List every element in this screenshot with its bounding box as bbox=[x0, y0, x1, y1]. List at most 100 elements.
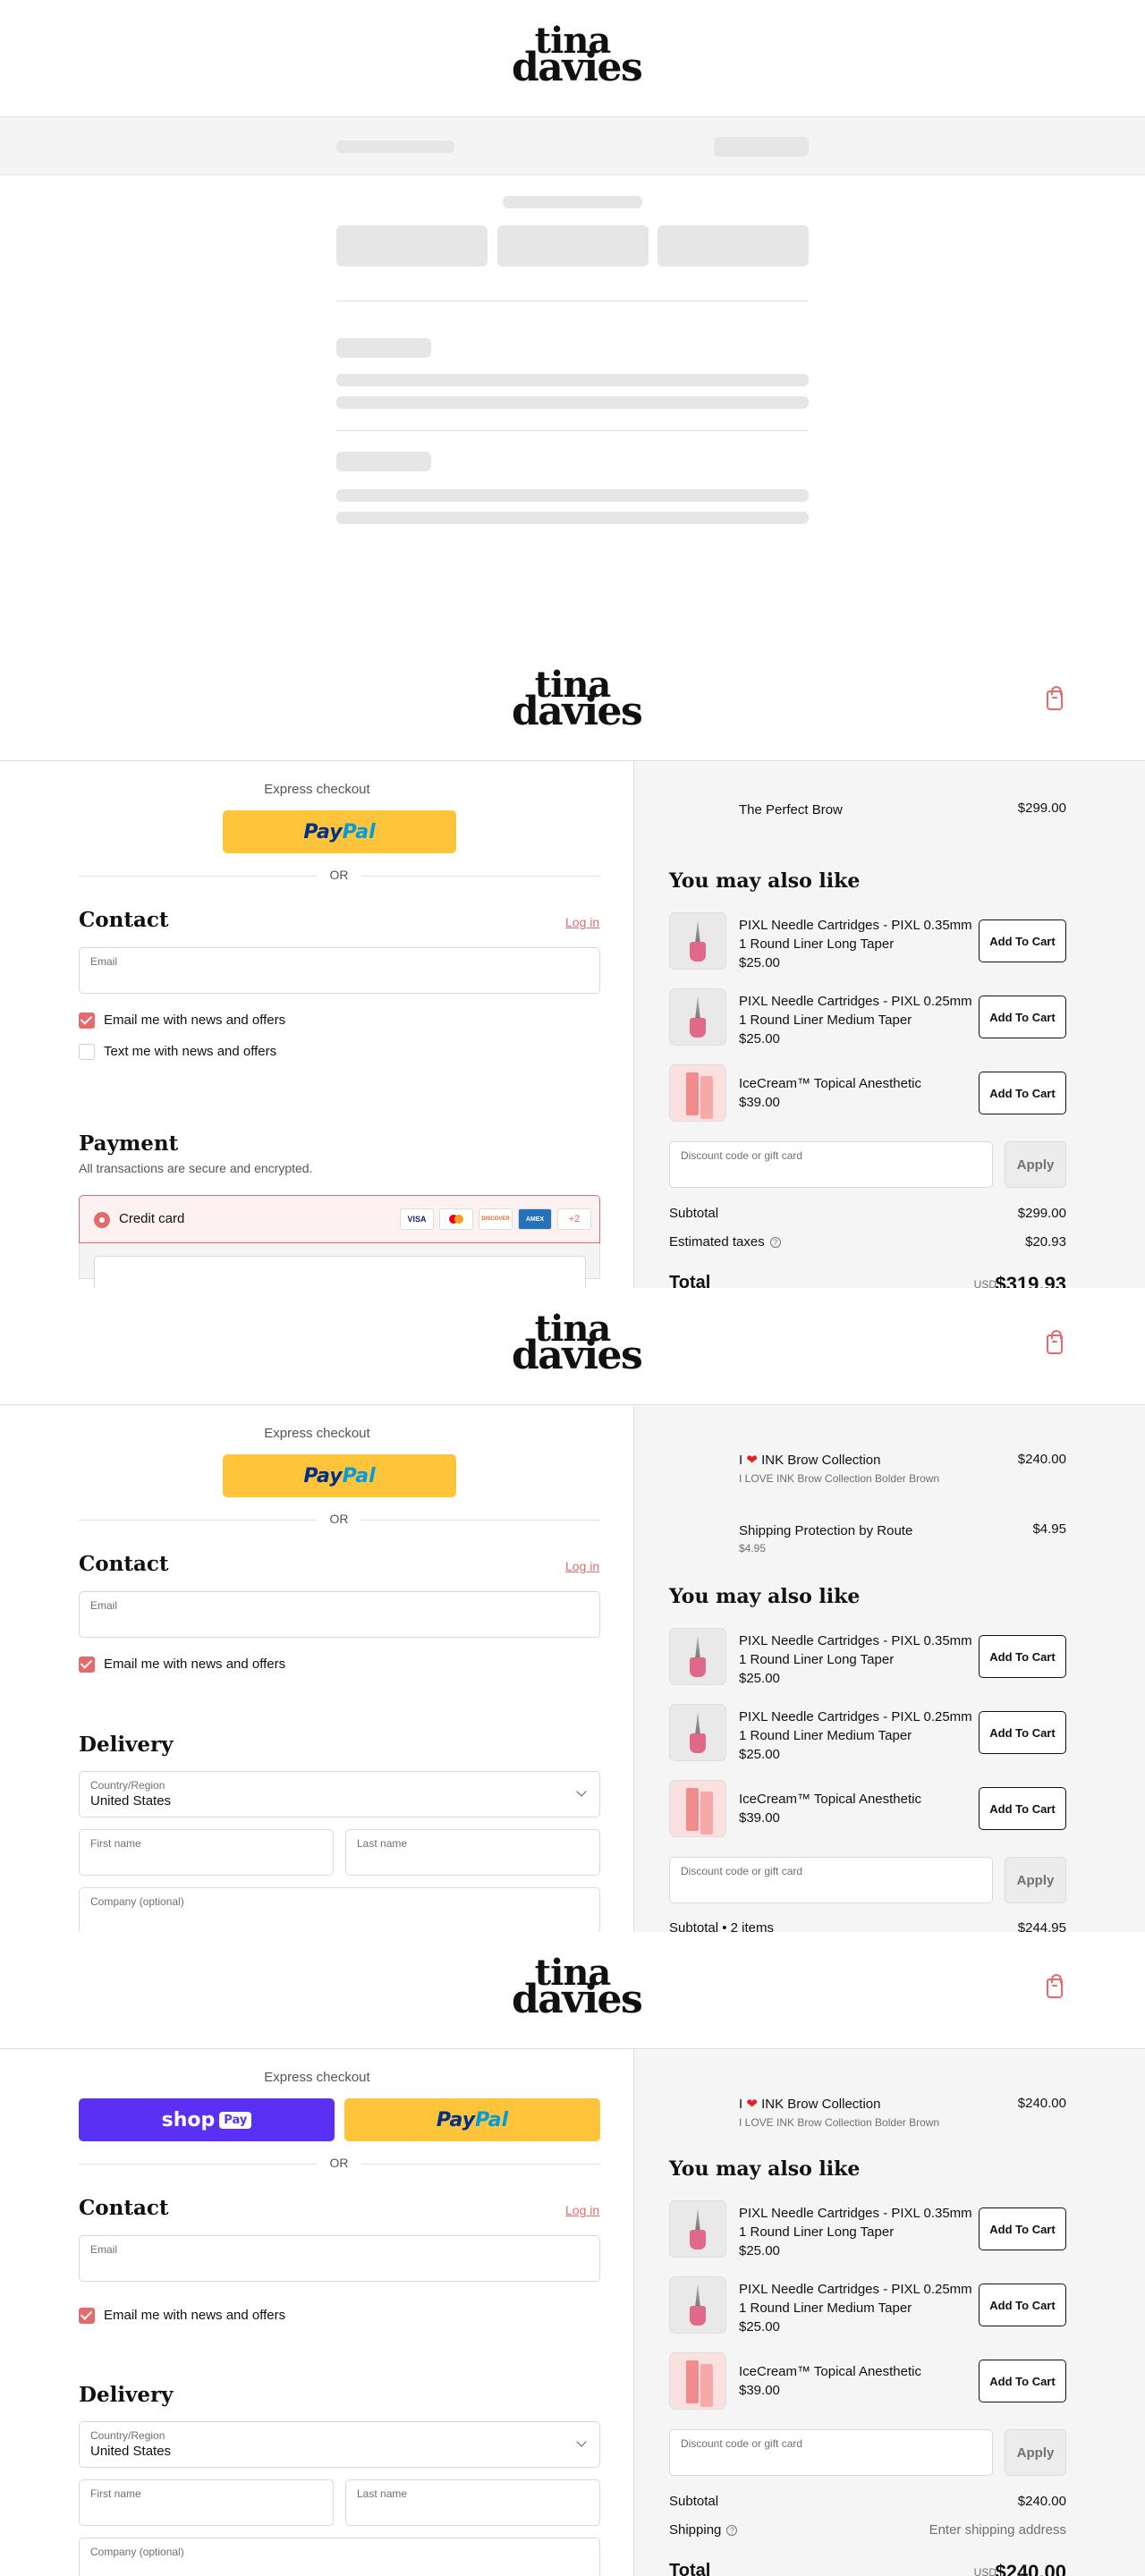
card-number-field[interactable] bbox=[94, 1256, 586, 1288]
add-to-cart-button[interactable]: Add To Cart bbox=[979, 996, 1066, 1038]
line-item-variant: I LOVE INK Brow Collection Bolder Brown bbox=[739, 1472, 940, 1485]
add-to-cart-button[interactable]: Add To Cart bbox=[979, 2284, 1066, 2326]
you-may-also-like-heading: You may also like bbox=[669, 1585, 861, 1608]
discount-code-field[interactable]: Discount code or gift card bbox=[669, 1141, 993, 1188]
skeleton-line bbox=[714, 137, 809, 157]
cart-bag-icon[interactable] bbox=[1047, 686, 1063, 710]
rec-thumbnail bbox=[669, 1780, 726, 1837]
express-checkout-label: Express checkout bbox=[264, 1426, 370, 1441]
sms-offers-label: Text me with news and offers bbox=[104, 1044, 277, 1059]
skeleton-line bbox=[503, 196, 642, 208]
help-icon[interactable]: ? bbox=[769, 1237, 781, 1249]
checkout-form: Express checkout shop Pay Pay Pal OR Conta… bbox=[0, 2049, 634, 2576]
line-item-price: $240.00 bbox=[1017, 2096, 1066, 2111]
paypal-button[interactable]: Pay Pal bbox=[223, 810, 456, 853]
cart-bag-icon[interactable] bbox=[1047, 1330, 1063, 1354]
email-field[interactable]: Email bbox=[79, 2235, 600, 2282]
brand-logo[interactable]: tina davies bbox=[512, 1955, 643, 2020]
add-to-cart-button[interactable]: Add To Cart bbox=[979, 2360, 1066, 2402]
add-to-cart-button[interactable]: Add To Cart bbox=[979, 2207, 1066, 2250]
country-select[interactable]: Country/Region United States bbox=[79, 2421, 600, 2468]
add-to-cart-button[interactable]: Add To Cart bbox=[979, 1711, 1066, 1754]
rec-item: PIXL Needle Cartridges - PIXL 0.35mm 1 Ro… bbox=[739, 2206, 972, 2258]
paypal-button[interactable]: Pay Pal bbox=[223, 1454, 456, 1497]
line-item-name: The Perfect Brow bbox=[739, 802, 843, 818]
subtotal-row: Subtotal $299.00 bbox=[669, 1206, 1066, 1221]
or-label: OR bbox=[317, 868, 361, 882]
login-link[interactable]: Log in bbox=[565, 915, 599, 929]
skeleton-line bbox=[336, 512, 809, 524]
total-row: Total USD $319.93 bbox=[669, 1273, 1066, 1288]
brand-logo[interactable]: tina davies bbox=[512, 667, 643, 732]
country-select[interactable]: Country/Region United States bbox=[79, 1771, 600, 1818]
login-link[interactable]: Log in bbox=[565, 1559, 599, 1573]
rec-item: PIXL Needle Cartridges - PIXL 0.35mm 1 Ro… bbox=[739, 918, 972, 970]
last-name-field[interactable]: Last name bbox=[345, 2479, 600, 2526]
rec-item: PIXL Needle Cartridges - PIXL 0.25mm 1 Ro… bbox=[739, 1709, 972, 1762]
line-item-name: Shipping Protection by Route bbox=[739, 1523, 913, 1538]
more-cards-badge: +2 bbox=[557, 1208, 591, 1230]
company-field[interactable]: Company (optional) bbox=[79, 1887, 600, 1932]
line-item-price: $240.00 bbox=[1017, 1452, 1066, 1467]
rec-item: PIXL Needle Cartridges - PIXL 0.25mm 1 Ro… bbox=[739, 2282, 972, 2334]
rec-thumbnail bbox=[669, 2352, 726, 2410]
email-field[interactable]: Email bbox=[79, 1591, 600, 1638]
mastercard-icon bbox=[439, 1208, 473, 1230]
paypal-button[interactable]: Pay Pal bbox=[344, 2098, 600, 2141]
help-icon[interactable]: ? bbox=[726, 2525, 738, 2537]
email-offers-checkbox[interactable] bbox=[79, 2308, 95, 2324]
credit-card-label: Credit card bbox=[119, 1211, 185, 1226]
email-offers-label: Email me with news and offers bbox=[104, 1013, 286, 1028]
express-checkout-label: Express checkout bbox=[264, 782, 370, 797]
header: tina davies bbox=[0, 1932, 1145, 2049]
skeleton-line bbox=[336, 140, 454, 153]
subtotal-row: Subtotal • 2 items $244.95 bbox=[669, 1920, 1066, 1932]
cart-bag-icon[interactable] bbox=[1047, 1974, 1063, 1998]
brand-logo[interactable]: tina davies bbox=[512, 23, 643, 88]
company-field[interactable]: Company (optional) bbox=[79, 2538, 600, 2576]
checkout-form: Express checkout Pay Pal OR Contact Log i… bbox=[0, 1405, 634, 1932]
login-link[interactable]: Log in bbox=[565, 2203, 599, 2217]
rec-item: IceCream™ Topical Anesthetic $39.00 bbox=[739, 1792, 921, 1826]
skeleton-button bbox=[497, 225, 649, 267]
checkout-panel-1: tina davies Express checkout Pay Pal OR C… bbox=[0, 644, 1145, 1288]
skeleton-summary-bar bbox=[0, 116, 1145, 175]
last-name-field[interactable]: Last name bbox=[345, 1829, 600, 1876]
discount-code-field[interactable]: Discount code or gift card bbox=[669, 2429, 993, 2476]
header: tina davies bbox=[0, 1288, 1145, 1405]
apply-discount-button[interactable]: Apply bbox=[1005, 1141, 1066, 1188]
apply-discount-button[interactable]: Apply bbox=[1005, 1857, 1066, 1903]
line-item-variant: I LOVE INK Brow Collection Bolder Brown bbox=[739, 2116, 940, 2129]
first-name-field[interactable]: First name bbox=[79, 2479, 334, 2526]
discount-code-field[interactable]: Discount code or gift card bbox=[669, 1857, 993, 1903]
checkout-panel-3: tina davies Express checkout shop Pay Pay… bbox=[0, 1932, 1145, 2576]
radio-selected-icon bbox=[94, 1212, 110, 1228]
email-offers-label: Email me with news and offers bbox=[104, 2308, 286, 2323]
skeleton-line bbox=[336, 489, 809, 502]
skeleton-line bbox=[336, 374, 809, 386]
add-to-cart-button[interactable]: Add To Cart bbox=[979, 1787, 1066, 1830]
brand-logo[interactable]: tina davies bbox=[512, 1311, 643, 1376]
you-may-also-like-heading: You may also like bbox=[669, 2157, 861, 2181]
checkout-panel-2: tina davies Express checkout Pay Pal OR C… bbox=[0, 1288, 1145, 1932]
email-offers-checkbox[interactable] bbox=[79, 1657, 95, 1673]
add-to-cart-button[interactable]: Add To Cart bbox=[979, 919, 1066, 962]
subtotal-row: Subtotal $240.00 bbox=[669, 2494, 1066, 2509]
rec-thumbnail bbox=[669, 912, 726, 970]
credit-card-option[interactable]: Credit card VISA DISCOVER AMEX +2 bbox=[79, 1195, 600, 1243]
chevron-down-icon bbox=[576, 2436, 587, 2447]
email-field[interactable]: Email bbox=[79, 947, 600, 994]
add-to-cart-button[interactable]: Add To Cart bbox=[979, 1635, 1066, 1678]
heart-icon: ❤ bbox=[746, 1453, 758, 1468]
apply-discount-button[interactable]: Apply bbox=[1005, 2429, 1066, 2476]
shop-pay-button[interactable]: shop Pay bbox=[79, 2098, 335, 2141]
add-to-cart-button[interactable]: Add To Cart bbox=[979, 1072, 1066, 1114]
rec-thumbnail bbox=[669, 2200, 726, 2258]
payment-subtitle: All transactions are secure and encrypte… bbox=[79, 1161, 313, 1175]
express-checkout-label: Express checkout bbox=[264, 2070, 370, 2085]
email-offers-checkbox[interactable] bbox=[79, 1013, 95, 1029]
sms-offers-checkbox[interactable] bbox=[79, 1044, 95, 1060]
first-name-field[interactable]: First name bbox=[79, 1829, 334, 1876]
delivery-heading: Delivery bbox=[79, 1733, 174, 1757]
or-label: OR bbox=[317, 2156, 361, 2170]
